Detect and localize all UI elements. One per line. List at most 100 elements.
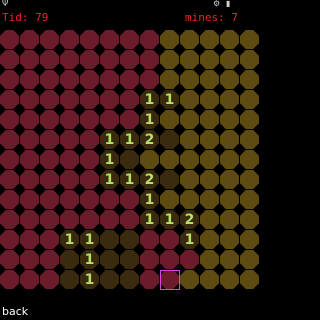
revealed-cell[interactable] [160,190,179,209]
number-cell[interactable]: 1 [100,130,119,149]
number-cell[interactable]: 1 [100,170,119,189]
hidden-cell[interactable] [20,150,39,169]
hidden-cell[interactable] [40,130,59,149]
hidden-cell[interactable] [20,50,39,69]
revealed-cell[interactable] [240,270,259,289]
revealed-cell[interactable] [220,170,239,189]
hidden-cell[interactable] [20,130,39,149]
hidden-cell[interactable] [160,270,179,289]
hidden-cell[interactable] [40,70,59,89]
revealed-cell[interactable] [220,130,239,149]
hidden-cell[interactable] [80,190,99,209]
hidden-cell[interactable] [120,50,139,69]
revealed-cell[interactable] [180,270,199,289]
number-cell[interactable]: 1 [140,90,159,109]
hidden-cell[interactable] [180,250,199,269]
hidden-cell[interactable] [60,150,79,169]
revealed-cell[interactable] [220,150,239,169]
hidden-cell[interactable] [40,110,59,129]
hidden-cell[interactable] [0,70,19,89]
hidden-cell[interactable] [40,50,59,69]
hidden-cell[interactable] [60,50,79,69]
revealed-cell[interactable] [160,70,179,89]
empty-cell[interactable] [160,170,179,189]
revealed-cell[interactable] [240,230,259,249]
hidden-cell[interactable] [0,230,19,249]
hidden-cell[interactable] [0,170,19,189]
hidden-cell[interactable] [100,90,119,109]
hidden-cell[interactable] [0,190,19,209]
hidden-cell[interactable] [80,90,99,109]
hidden-cell[interactable] [60,130,79,149]
hidden-cell[interactable] [40,230,59,249]
revealed-cell[interactable] [200,210,219,229]
hidden-cell[interactable] [20,230,39,249]
number-cell[interactable]: 1 [120,130,139,149]
hidden-cell[interactable] [100,190,119,209]
hidden-cell[interactable] [0,150,19,169]
hidden-cell[interactable] [100,70,119,89]
hidden-cell[interactable] [120,70,139,89]
revealed-cell[interactable] [220,210,239,229]
hidden-cell[interactable] [60,70,79,89]
number-cell[interactable]: 1 [100,150,119,169]
empty-cell[interactable] [120,250,139,269]
hidden-cell[interactable] [80,110,99,129]
hidden-cell[interactable] [0,130,19,149]
revealed-cell[interactable] [200,170,219,189]
revealed-cell[interactable] [240,50,259,69]
revealed-cell[interactable] [240,90,259,109]
hidden-cell[interactable] [140,30,159,49]
revealed-cell[interactable] [220,270,239,289]
revealed-cell[interactable] [180,130,199,149]
revealed-cell[interactable] [220,90,239,109]
number-cell[interactable]: 1 [120,170,139,189]
number-cell[interactable]: 2 [140,130,159,149]
revealed-cell[interactable] [240,190,259,209]
hidden-cell[interactable] [60,90,79,109]
hidden-cell[interactable] [80,170,99,189]
number-cell[interactable]: 1 [140,110,159,129]
hidden-cell[interactable] [140,250,159,269]
hidden-cell[interactable] [40,270,59,289]
hidden-cell[interactable] [120,30,139,49]
revealed-cell[interactable] [160,50,179,69]
hidden-cell[interactable] [40,90,59,109]
hidden-cell[interactable] [0,270,19,289]
hidden-cell[interactable] [40,190,59,209]
revealed-cell[interactable] [180,190,199,209]
hidden-cell[interactable] [60,190,79,209]
number-cell[interactable]: 1 [60,230,79,249]
hidden-cell[interactable] [120,110,139,129]
revealed-cell[interactable] [240,70,259,89]
revealed-cell[interactable] [200,150,219,169]
revealed-cell[interactable] [240,110,259,129]
hidden-cell[interactable] [20,270,39,289]
revealed-cell[interactable] [180,50,199,69]
empty-cell[interactable] [120,230,139,249]
hidden-cell[interactable] [100,210,119,229]
hidden-cell[interactable] [60,110,79,129]
revealed-cell[interactable] [200,30,219,49]
revealed-cell[interactable] [180,150,199,169]
hidden-cell[interactable] [40,150,59,169]
empty-cell[interactable] [120,270,139,289]
hidden-cell[interactable] [20,250,39,269]
hidden-cell[interactable] [0,30,19,49]
hidden-cell[interactable] [0,110,19,129]
hidden-cell[interactable] [40,210,59,229]
hidden-cell[interactable] [80,50,99,69]
revealed-cell[interactable] [180,30,199,49]
hidden-cell[interactable] [0,50,19,69]
empty-cell[interactable] [60,270,79,289]
hidden-cell[interactable] [0,210,19,229]
revealed-cell[interactable] [200,130,219,149]
hidden-cell[interactable] [20,190,39,209]
hidden-cell[interactable] [140,70,159,89]
revealed-cell[interactable] [240,170,259,189]
revealed-cell[interactable] [220,30,239,49]
hidden-cell[interactable] [20,30,39,49]
hidden-cell[interactable] [20,210,39,229]
hidden-cell[interactable] [20,110,39,129]
hidden-cell[interactable] [20,90,39,109]
